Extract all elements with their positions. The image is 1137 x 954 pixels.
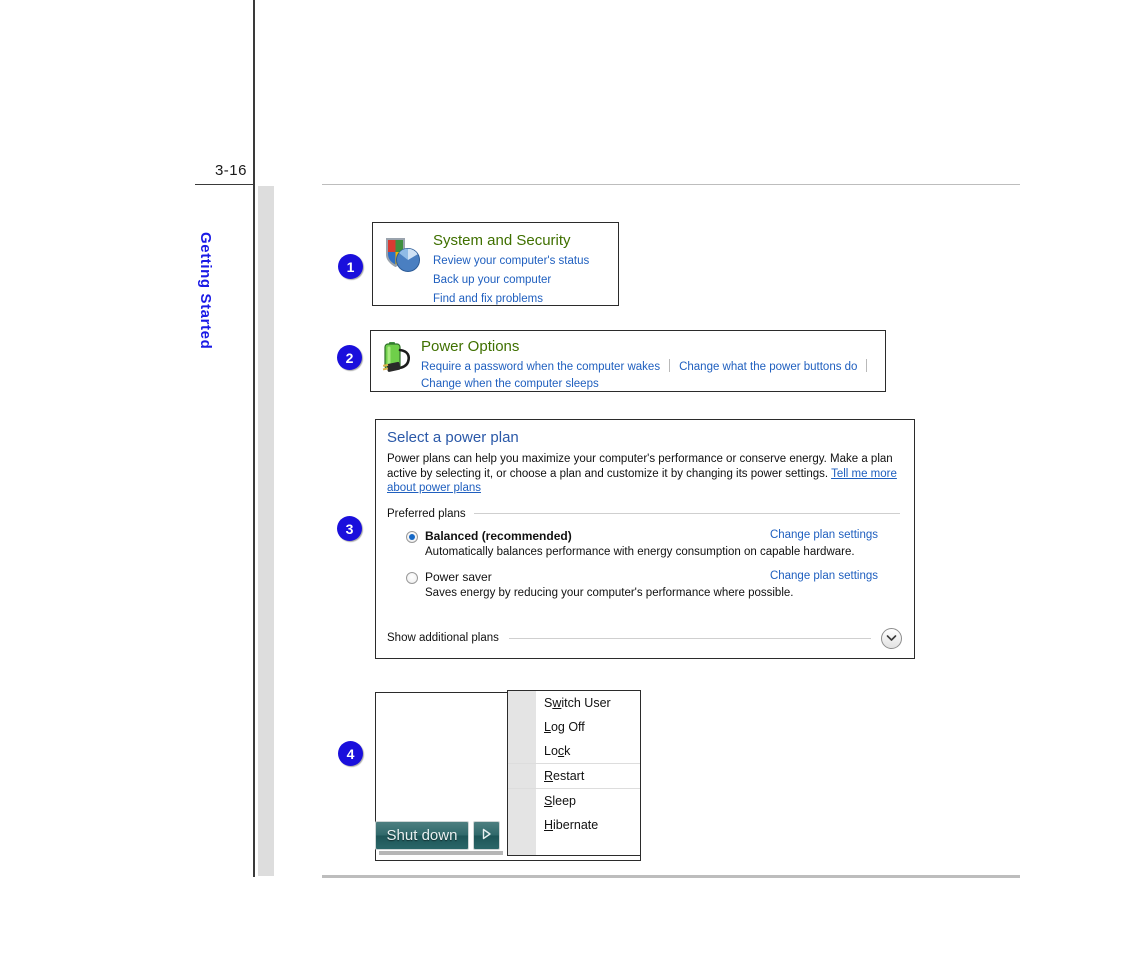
menu-item-log-off[interactable]: Log Off — [508, 715, 640, 739]
link-power-buttons[interactable]: Change what the power buttons do — [679, 359, 857, 376]
system-and-security-panel: System and Security Review your computer… — [372, 222, 619, 306]
plan-description: Automatically balances performance with … — [425, 545, 855, 558]
menu-item-sleep[interactable]: Sleep — [508, 788, 640, 813]
menu-item-switch-user[interactable]: Switch User — [508, 691, 640, 715]
shut-down-arrow-button[interactable] — [473, 821, 500, 850]
shut-down-button[interactable]: Shut down — [375, 821, 469, 850]
radio-power-saver[interactable] — [406, 571, 418, 584]
menu-list: Switch User Log Off Lock Restart Sleep Hibern… — [508, 691, 640, 837]
plan-name: Balanced (recommended) — [425, 528, 572, 543]
section-rule — [473, 513, 900, 514]
side-tab-strip — [258, 186, 274, 876]
footer-rule — [508, 637, 871, 639]
panel-heading: Power Options — [421, 338, 520, 355]
radio-balanced[interactable] — [406, 530, 418, 543]
link-separator — [669, 359, 671, 372]
step-badge-2: 2 — [337, 345, 362, 370]
panel-heading: System and Security — [433, 232, 571, 249]
content-top-rule — [322, 184, 1020, 185]
chevron-down-icon[interactable] — [881, 627, 902, 649]
select-power-plan-panel: Select a power plan Power plans can help… — [375, 419, 915, 659]
plan-description: Saves energy by reducing your computer's… — [425, 586, 794, 599]
step-badge-4: 4 — [338, 741, 363, 766]
page-vertical-rule — [253, 0, 255, 877]
link-separator — [866, 359, 868, 372]
page-number: 3-16 — [214, 162, 247, 179]
section-label: Preferred plans — [387, 507, 466, 520]
shutdown-options-menu: Switch User Log Off Lock Restart Sleep Hibern… — [507, 690, 641, 856]
button-shadow — [379, 851, 503, 855]
step-badge-3: 3 — [337, 516, 362, 541]
shield-pie-icon — [379, 231, 425, 277]
show-additional-plans-row[interactable]: Show additional plans — [376, 618, 914, 658]
plan-name: Power saver — [425, 569, 492, 584]
menu-item-restart[interactable]: Restart — [508, 763, 640, 788]
panel-title: Select a power plan — [387, 429, 519, 446]
show-additional-plans-label: Show additional plans — [387, 632, 499, 644]
side-tab-label: Getting Started — [197, 232, 214, 350]
power-options-panel: Power Options Require a password when th… — [370, 330, 886, 392]
menu-item-lock[interactable]: Lock — [508, 739, 640, 763]
preferred-plans-section-header: Preferred plans — [387, 508, 900, 520]
step-badge-1: 1 — [338, 254, 363, 279]
folio-rule — [195, 184, 255, 185]
panel-description: Power plans can help you maximize your c… — [387, 452, 899, 496]
battery-plug-icon — [377, 337, 417, 379]
change-plan-settings-power-saver[interactable]: Change plan settings — [770, 570, 878, 582]
link-review-status[interactable]: Review your computer's status — [433, 255, 589, 267]
link-find-fix[interactable]: Find and fix problems — [433, 293, 543, 305]
description-text: Power plans can help you maximize your c… — [387, 453, 893, 480]
menu-item-hibernate[interactable]: Hibernate — [508, 813, 640, 837]
triangle-right-icon — [481, 827, 492, 845]
link-require-password[interactable]: Require a password when the computer wak… — [421, 359, 660, 376]
content-bottom-rule — [322, 875, 1020, 878]
change-plan-settings-balanced[interactable]: Change plan settings — [770, 529, 878, 541]
link-computer-sleeps[interactable]: Change when the computer sleeps — [421, 376, 599, 393]
link-back-up[interactable]: Back up your computer — [433, 274, 551, 286]
